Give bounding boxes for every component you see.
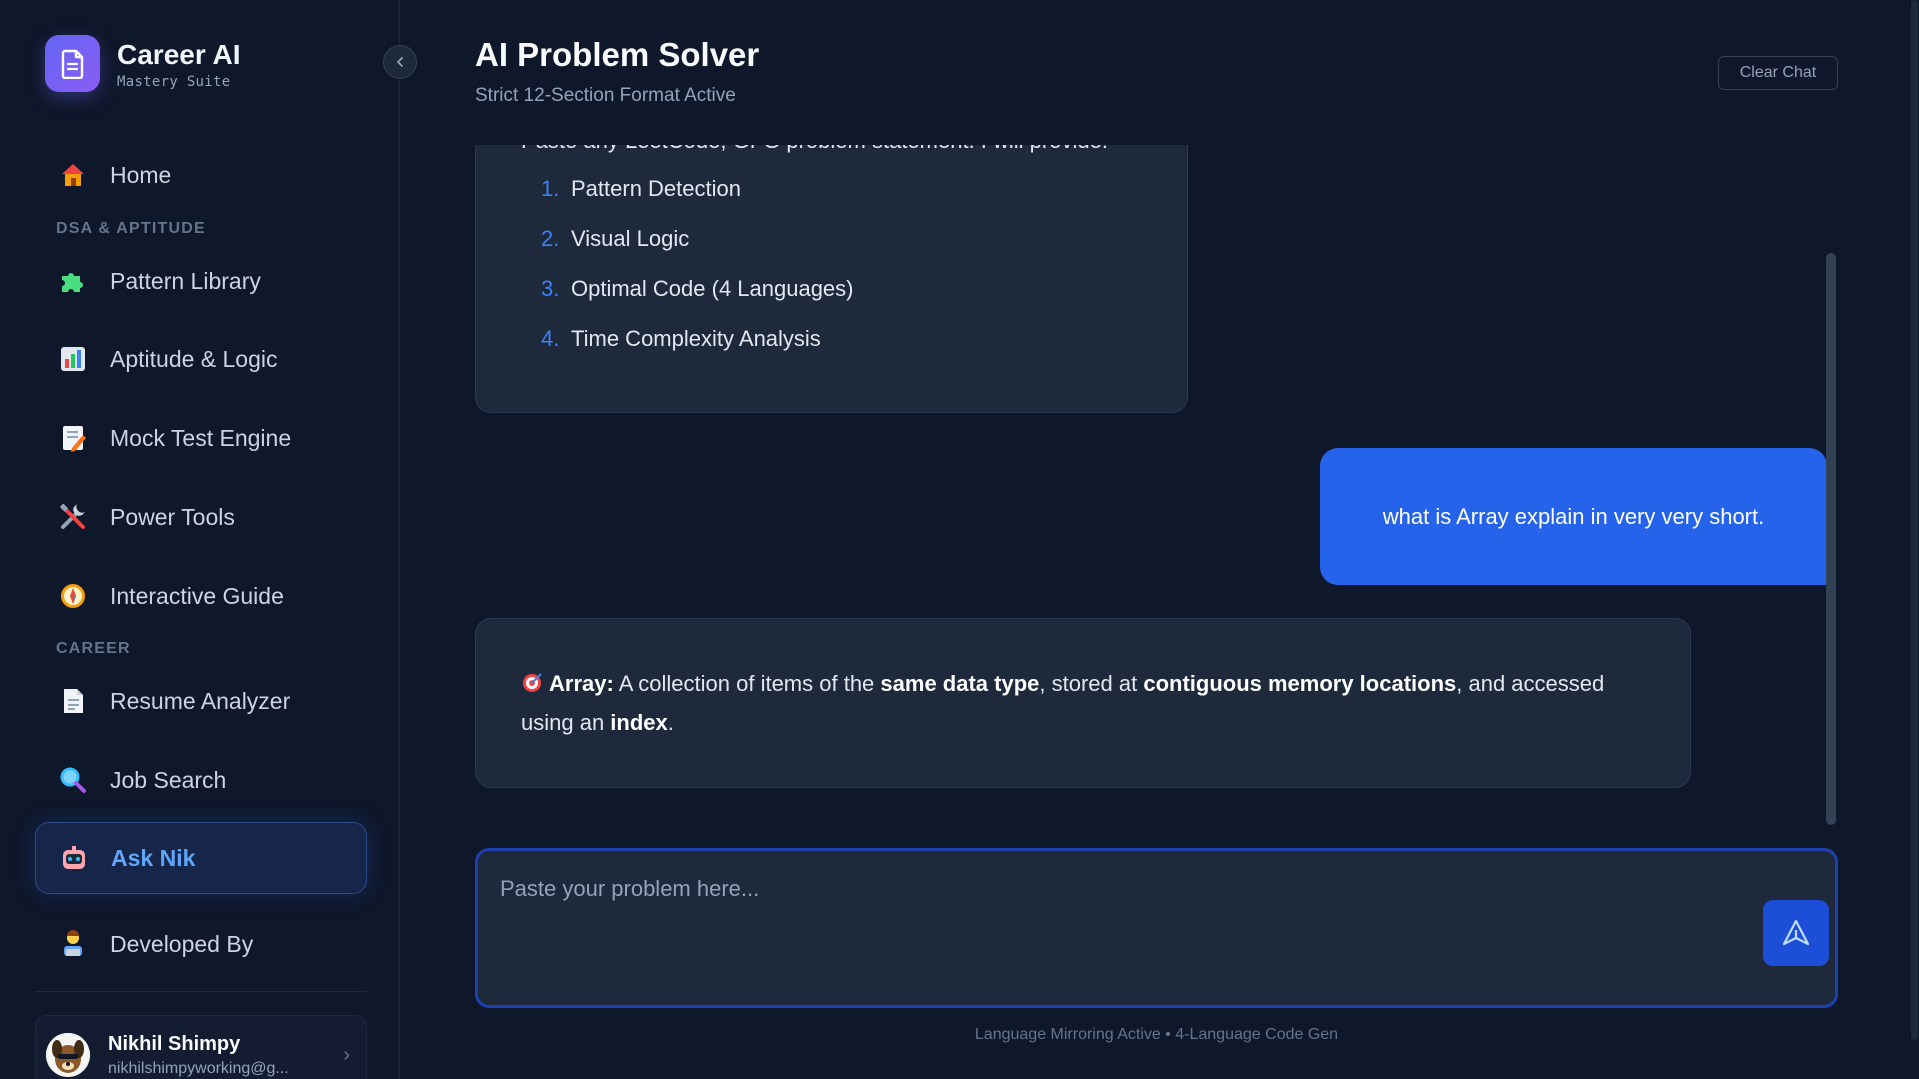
sidebar-item-resume-analyzer[interactable]: Resume Analyzer: [35, 665, 367, 737]
ai-answer-text: Array: A collection of items of the same…: [521, 669, 1605, 735]
ai-answer-message: Array: A collection of items of the same…: [475, 618, 1691, 788]
user-message: what is Array explain in very very short…: [1320, 448, 1827, 585]
user-profile-card[interactable]: Nikhil Shimpy nikhilshimpyworking@g... ›: [35, 1015, 367, 1079]
ai-intro-text: Paste any LeetCode, GFG problem statemen…: [521, 145, 1108, 154]
window-scrollbar-thumb[interactable]: [1911, 0, 1918, 1040]
app-window: Career AI Mastery Suite Home DSA & APTIT…: [0, 0, 1919, 1079]
chat-scrollbar-thumb[interactable]: [1826, 253, 1836, 825]
sidebar-divider: [35, 991, 367, 992]
brand-subtitle: Mastery Suite: [117, 73, 231, 90]
sidebar-item-job-search[interactable]: Job Search: [35, 744, 367, 816]
footer-status: Language Mirroring Active • 4-Language C…: [974, 1026, 1339, 1043]
send-button[interactable]: [1763, 900, 1829, 966]
sidebar-item-label: Resume Analyzer: [110, 687, 291, 714]
tools-icon: [58, 502, 88, 532]
sidebar-collapse-button[interactable]: [383, 45, 417, 79]
section-label-dsa: DSA & APTITUDE: [56, 220, 206, 237]
chat-messages[interactable]: Paste any LeetCode, GFG problem statemen…: [475, 145, 1838, 825]
target-icon: [521, 669, 543, 705]
ai-message: Paste any LeetCode, GFG problem statemen…: [475, 145, 1188, 413]
sidebar-item-pattern-library[interactable]: Pattern Library: [35, 245, 367, 317]
feature-list: 1. Pattern Detection 2. Visual Logic 3. Opt…: [541, 170, 854, 370]
sidebar-item-label: Job Search: [110, 766, 227, 793]
list-item: 3. Optimal Code (4 Languages): [541, 276, 854, 301]
sidebar-item-label: Home: [110, 161, 172, 188]
sidebar-item-label: Developed By: [110, 930, 254, 957]
chevron-right-icon: ›: [343, 1044, 350, 1066]
magnifier-icon: [58, 765, 88, 795]
page-title: AI Problem Solver: [475, 36, 760, 73]
send-icon: [1782, 919, 1810, 946]
house-icon: [58, 160, 88, 190]
chevron-left-icon: [397, 57, 403, 67]
list-item: 1. Pattern Detection: [541, 176, 741, 201]
compass-icon: [58, 581, 88, 611]
clear-chat-button[interactable]: Clear Chat: [1718, 56, 1838, 90]
sidebar-item-mock-test-engine[interactable]: Mock Test Engine: [35, 402, 367, 474]
robot-icon: [59, 843, 89, 873]
document-icon: [58, 686, 88, 716]
puzzle-icon: [58, 266, 88, 296]
profile-name: Nikhil Shimpy: [108, 1032, 241, 1055]
bar-chart-icon: [58, 344, 88, 374]
brand[interactable]: Career AI Mastery Suite: [45, 35, 240, 92]
list-item: 2. Visual Logic: [541, 226, 690, 251]
message-composer: [475, 848, 1838, 1008]
brand-title: Career AI: [117, 38, 241, 70]
sidebar-item-power-tools[interactable]: Power Tools: [35, 481, 367, 553]
list-item: 4. Time Complexity Analysis: [541, 326, 821, 351]
sidebar-item-developed-by[interactable]: Developed By: [35, 908, 367, 980]
sidebar-item-aptitude-logic[interactable]: Aptitude & Logic: [35, 323, 367, 395]
profile-email: nikhilshimpyworking@g...: [108, 1059, 289, 1077]
main-panel: AI Problem Solver Strict 12-Section Form…: [400, 0, 1919, 1079]
page-subtitle: Strict 12-Section Format Active: [475, 85, 736, 106]
sidebar: Career AI Mastery Suite Home DSA & APTIT…: [0, 0, 400, 1079]
sidebar-item-label: Ask Nik: [111, 844, 196, 871]
sidebar-item-label: Interactive Guide: [110, 582, 284, 609]
sidebar-item-label: Mock Test Engine: [110, 424, 292, 451]
sidebar-item-label: Aptitude & Logic: [110, 345, 278, 372]
problem-input[interactable]: [500, 876, 1700, 976]
sidebar-item-ask-nik[interactable]: Ask Nik: [35, 822, 367, 894]
sidebar-item-home[interactable]: Home: [35, 139, 367, 211]
section-label-career: CAREER: [56, 640, 131, 657]
sidebar-item-label: Pattern Library: [110, 267, 261, 294]
document-logo-icon: [45, 35, 100, 92]
sidebar-item-label: Power Tools: [110, 503, 235, 530]
avatar: [46, 1033, 90, 1077]
sidebar-item-interactive-guide[interactable]: Interactive Guide: [35, 560, 367, 632]
technologist-icon: [58, 929, 88, 959]
memo-icon: [58, 423, 88, 453]
